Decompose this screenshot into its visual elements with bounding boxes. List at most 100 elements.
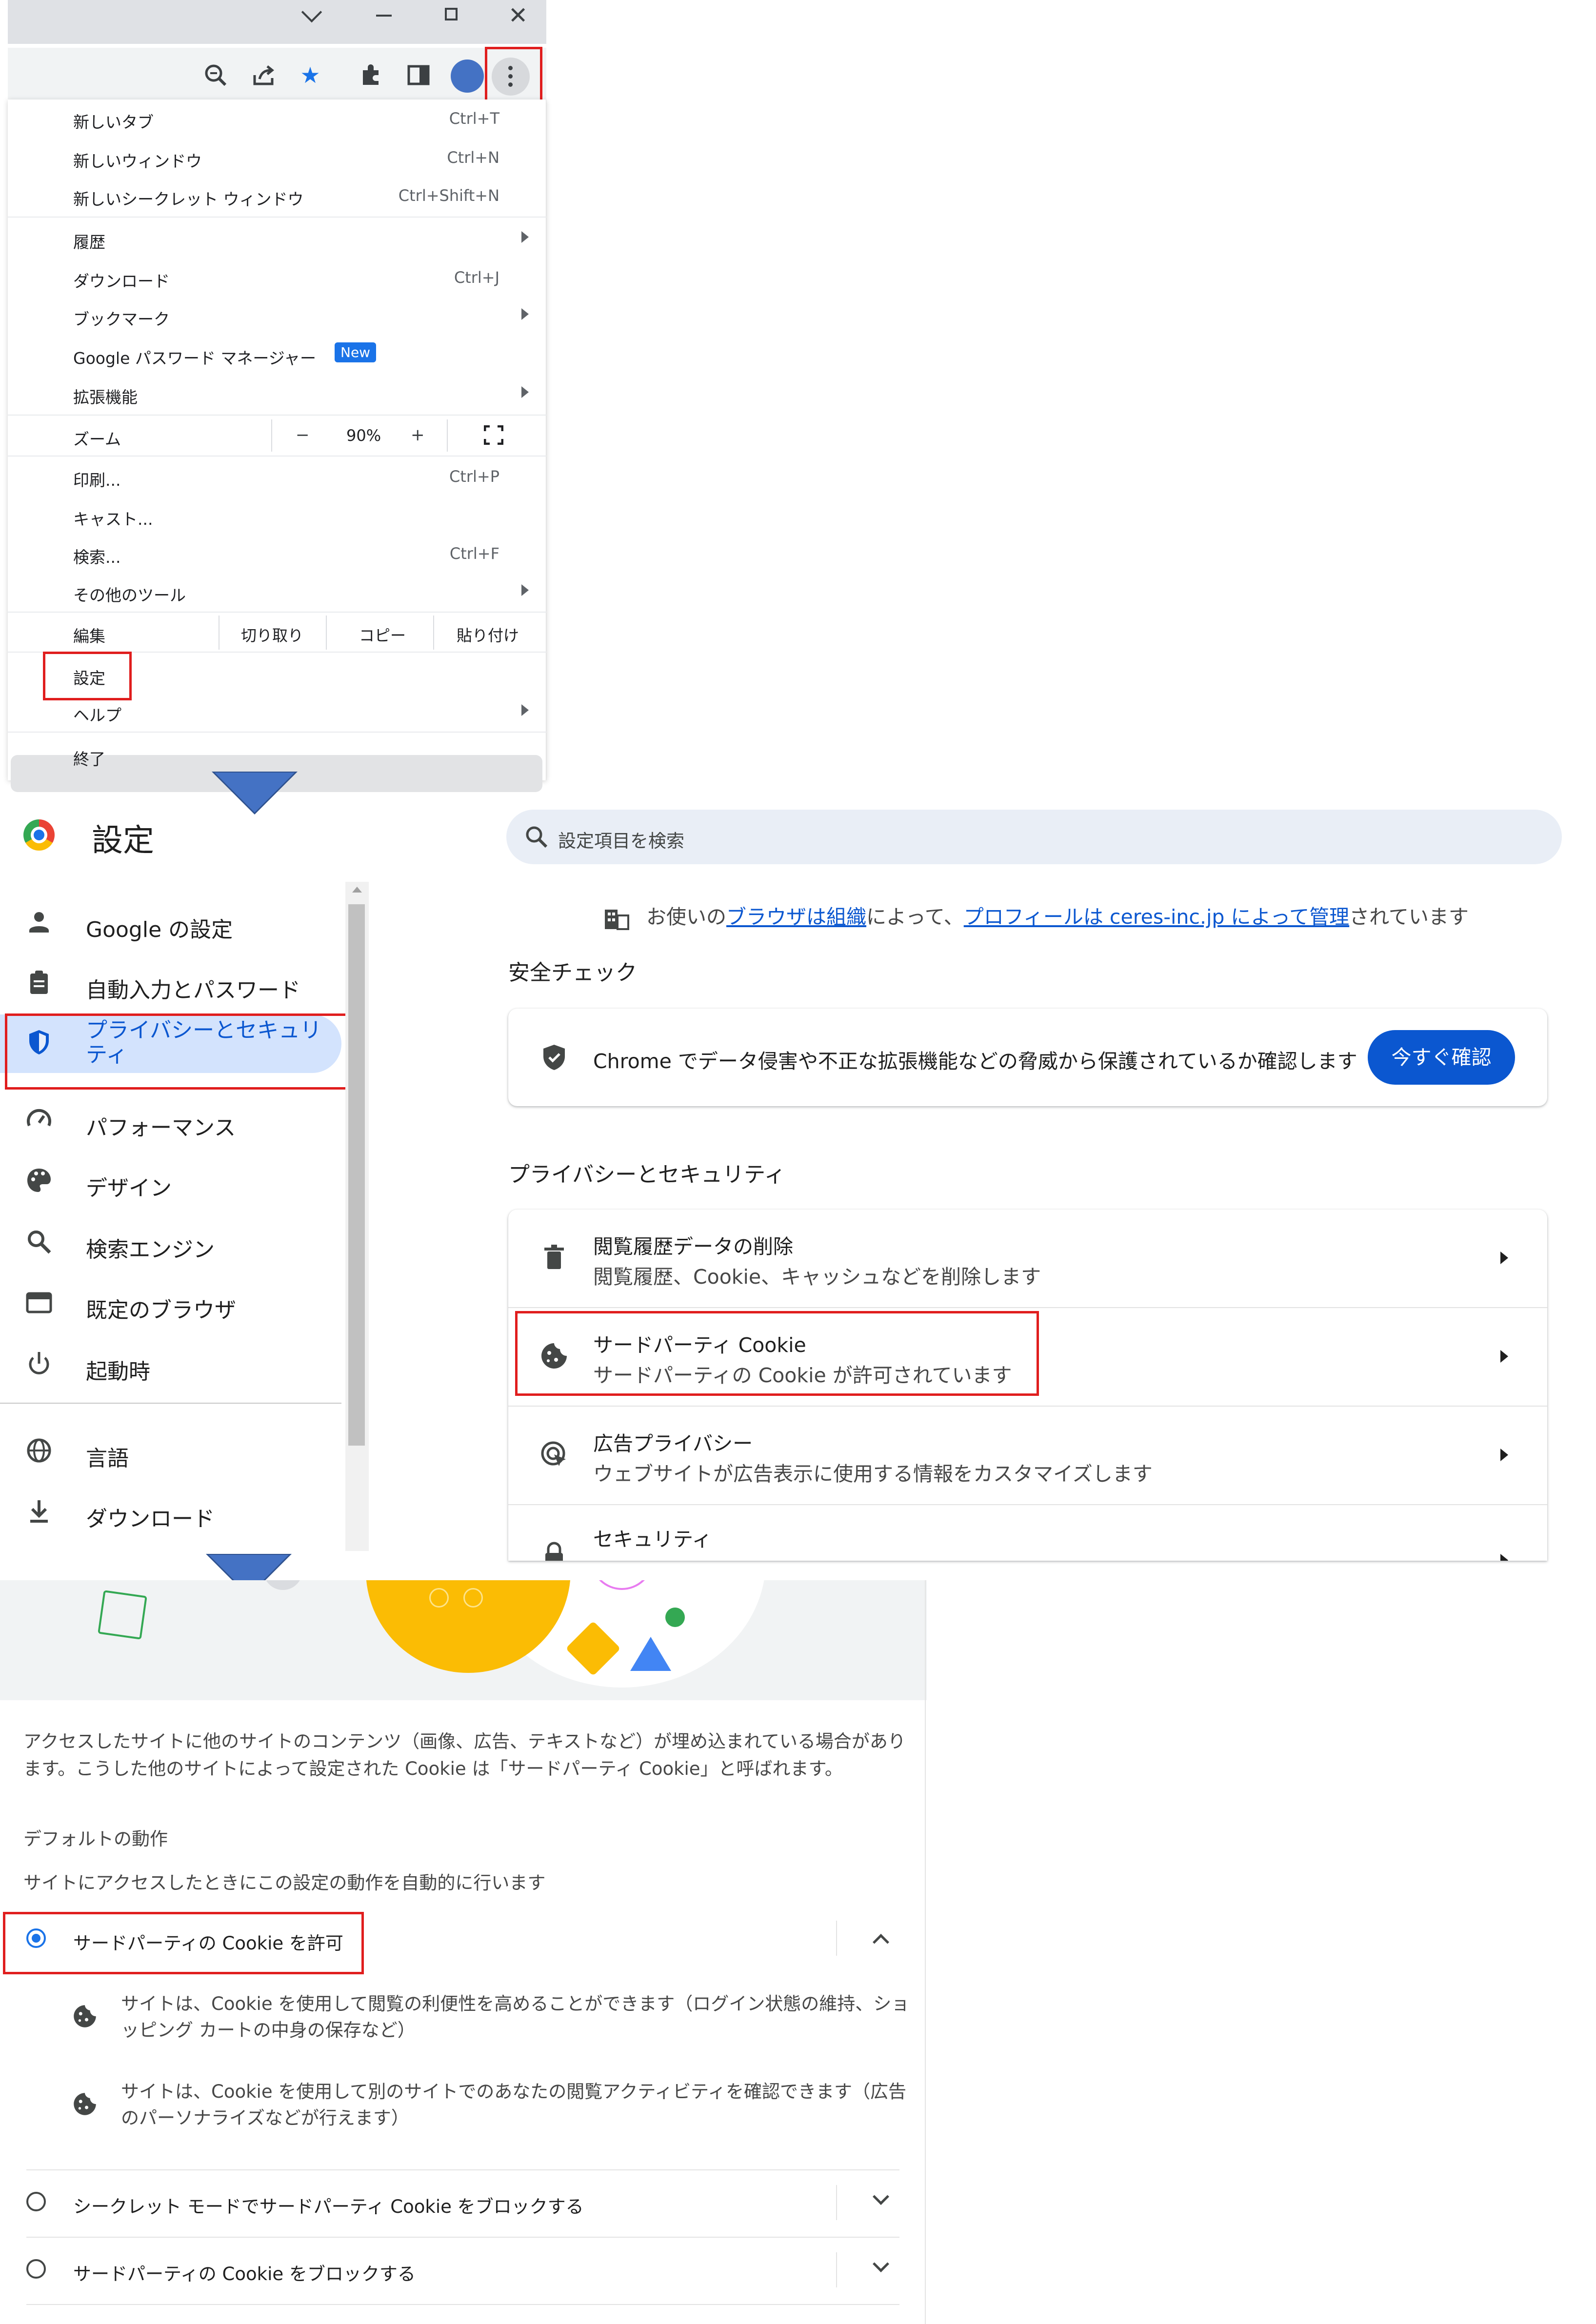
nav-item-label: デザイン xyxy=(86,1176,172,1201)
minimize-icon[interactable] xyxy=(376,15,392,17)
nav-item-appearance[interactable]: デザイン xyxy=(0,1154,341,1208)
menu-item-new-tab[interactable]: 新しいタブ Ctrl+T xyxy=(8,99,546,138)
fullscreen-icon[interactable] xyxy=(483,425,504,445)
close-icon[interactable]: ✕ xyxy=(508,2,528,29)
shield-check-icon xyxy=(539,1042,570,1073)
nav-item-autofill[interactable]: 自動入力とパスワード xyxy=(0,956,341,1010)
safety-check-now-button[interactable]: 今すぐ確認 xyxy=(1368,1030,1515,1085)
privacy-row-ad-privacy[interactable]: 広告プライバシー ウェブサイトが広告表示に使用する情報をカスタマイズします xyxy=(508,1407,1547,1504)
edit-separator xyxy=(326,616,327,650)
edit-paste-button[interactable]: 貼り付け xyxy=(457,623,519,646)
settings-search-box[interactable]: 設定項目を検索 xyxy=(506,810,1562,864)
menu-item-more-tools[interactable]: その他のツール xyxy=(8,573,546,611)
option-block-in-incognito[interactable]: シークレット モードでサードパーティ Cookie をブロックする xyxy=(0,2171,898,2235)
privacy-row-clear-data[interactable]: 閲覧履歴データの削除 閲覧履歴、Cookie、キャッシュなどを削除します xyxy=(508,1210,1547,1307)
edit-copy-button[interactable]: コピー xyxy=(359,623,406,646)
allow-detail-item: サイトは、Cookie を使用して別のサイトでのあなたの閲覧アクティビティを確認… xyxy=(0,2073,906,2141)
side-panel-icon[interactable] xyxy=(404,60,433,90)
restore-icon[interactable] xyxy=(445,8,458,20)
menu-item-label: 新しいウィンドウ xyxy=(73,152,202,171)
managed-link-browser[interactable]: ブラウザは組織 xyxy=(726,905,866,929)
profile-avatar[interactable] xyxy=(451,60,484,93)
nav-divider xyxy=(0,1403,341,1404)
menu-item-label: 印刷... xyxy=(73,471,121,490)
panel-right-border xyxy=(925,1580,926,2324)
menu-item-label: ダウンロード xyxy=(73,272,170,291)
nav-item-on-startup[interactable]: 起動時 xyxy=(0,1337,341,1391)
nav-item-performance[interactable]: パフォーマンス xyxy=(0,1093,341,1147)
privacy-row-security[interactable]: セキュリティ xyxy=(508,1505,1547,1561)
sidebar-scrollbar-thumb[interactable] xyxy=(348,904,365,1446)
tab-search-chevron-icon[interactable] xyxy=(301,1,322,23)
third-party-cookie-highlight-box xyxy=(515,1311,1039,1396)
chevron-up-icon[interactable] xyxy=(873,1934,889,1950)
zoom-out-button[interactable]: − xyxy=(296,425,310,445)
radio-block-in-incognito[interactable] xyxy=(26,2192,46,2211)
menu-item-shortcut: Ctrl+N xyxy=(447,148,499,167)
nav-item-label: 起動時 xyxy=(86,1359,150,1384)
extensions-puzzle-icon[interactable] xyxy=(356,60,385,90)
allow-detail-line-2: のパーソナライズなどが行えます） xyxy=(121,2107,409,2128)
share-icon[interactable] xyxy=(249,60,278,90)
chevron-down-icon[interactable] xyxy=(873,2188,889,2205)
chevron-right-icon xyxy=(1500,1554,1508,1561)
privacy-row-title: セキュリティ xyxy=(593,1528,712,1551)
privacy-row-subtitle: ウェブサイトが広告表示に使用する情報をカスタマイズします xyxy=(593,1462,1153,1486)
nav-item-default-browser[interactable]: 既定のブラウザ xyxy=(0,1276,341,1330)
search-icon xyxy=(523,823,550,851)
nav-item-languages[interactable]: 言語 xyxy=(0,1424,341,1478)
chrome-menu-panel: ✕ ★ 新しいタブ Ctrl+T 新しいウィンドウ Ctrl+N 新しいシークレ… xyxy=(0,0,546,792)
clipboard-icon xyxy=(24,969,54,998)
menu-item-password-manager[interactable]: Google パスワード マネージャー New xyxy=(8,336,546,374)
bookmark-star-icon[interactable]: ★ xyxy=(296,60,325,90)
option-block-third-party-cookies[interactable]: サードパーティの Cookie をブロックする xyxy=(0,2239,898,2302)
chrome-logo-icon xyxy=(23,819,55,851)
menu-item-shortcut: Ctrl+T xyxy=(449,109,499,128)
menu-item-exit[interactable]: 終了 xyxy=(8,736,546,775)
allow-detail-line-2: ッピング カートの中身の保存など） xyxy=(121,2020,416,2041)
expand-divider xyxy=(836,1921,837,1956)
submenu-arrow-icon xyxy=(521,308,529,320)
menu-item-label: 履歴 xyxy=(73,233,105,252)
person-icon xyxy=(24,908,54,937)
managed-notice-suffix: されています xyxy=(1349,905,1469,929)
menu-item-print[interactable]: 印刷... Ctrl+P xyxy=(8,457,546,496)
menu-item-new-window[interactable]: 新しいウィンドウ Ctrl+N xyxy=(8,139,546,177)
chevron-down-icon[interactable] xyxy=(873,2256,889,2272)
nav-item-search-engine[interactable]: 検索エンジン xyxy=(0,1215,341,1269)
managed-link-profile[interactable]: プロフィールは ceres-inc.jp によって管理 xyxy=(964,905,1349,929)
menu-divider xyxy=(8,456,546,457)
cookie-intro-line-1: アクセスしたサイトに他のサイトのコンテンツ（画像、広告、テキストなど）が埋め込ま… xyxy=(23,1731,906,1752)
menu-item-label: ズーム xyxy=(73,430,121,449)
menu-item-history[interactable]: 履歴 xyxy=(8,219,546,258)
menu-item-bookmarks[interactable]: ブックマーク xyxy=(8,297,546,335)
radio-block-third-party[interactable] xyxy=(26,2259,46,2279)
menu-item-extensions[interactable]: 拡張機能 xyxy=(8,375,546,413)
sidebar-scrollbar-track[interactable] xyxy=(345,882,369,1551)
zoom-separator xyxy=(447,419,448,452)
menu-item-label: ブックマーク xyxy=(73,310,170,329)
nav-item-downloads[interactable]: ダウンロード xyxy=(0,1485,341,1538)
menu-item-new-incognito-window[interactable]: 新しいシークレット ウィンドウ Ctrl+Shift+N xyxy=(8,177,546,215)
menu-item-label: その他のツール xyxy=(73,586,186,605)
menu-item-cast[interactable]: キャスト... xyxy=(8,497,546,535)
edit-separator xyxy=(433,616,434,650)
zoom-icon[interactable] xyxy=(201,60,230,90)
edit-cut-button[interactable]: 切り取り xyxy=(241,623,303,646)
cookie-hero-illustration xyxy=(0,1580,927,1700)
safety-check-text: Chrome でデータ侵害や不正な拡張機能などの脅威から保護されているか確認しま… xyxy=(593,1050,1357,1073)
menu-item-downloads[interactable]: ダウンロード Ctrl+J xyxy=(8,258,546,297)
allow-detail-item: サイトは、Cookie を使用して閲覧の利便性を高めることができます（ログイン状… xyxy=(0,1985,909,2053)
download-icon xyxy=(24,1497,54,1527)
nav-item-google[interactable]: Google の設定 xyxy=(0,895,341,949)
safety-check-card: Chrome でデータ侵害や不正な拡張機能などの脅威から保護されているか確認しま… xyxy=(508,1009,1547,1106)
zoom-in-button[interactable]: + xyxy=(411,425,425,445)
nav-item-label: ダウンロード xyxy=(86,1507,215,1531)
menu-item-label: ヘルプ xyxy=(73,706,121,725)
palette-icon xyxy=(24,1167,54,1196)
scroll-up-arrow-icon[interactable] xyxy=(352,887,362,893)
nav-item-label: 自動入力とパスワード xyxy=(86,978,300,1003)
nav-item-label: パフォーマンス xyxy=(86,1115,236,1140)
menu-item-find[interactable]: 検索... Ctrl+F xyxy=(8,535,546,573)
nav-item-label: Google の設定 xyxy=(86,917,233,942)
